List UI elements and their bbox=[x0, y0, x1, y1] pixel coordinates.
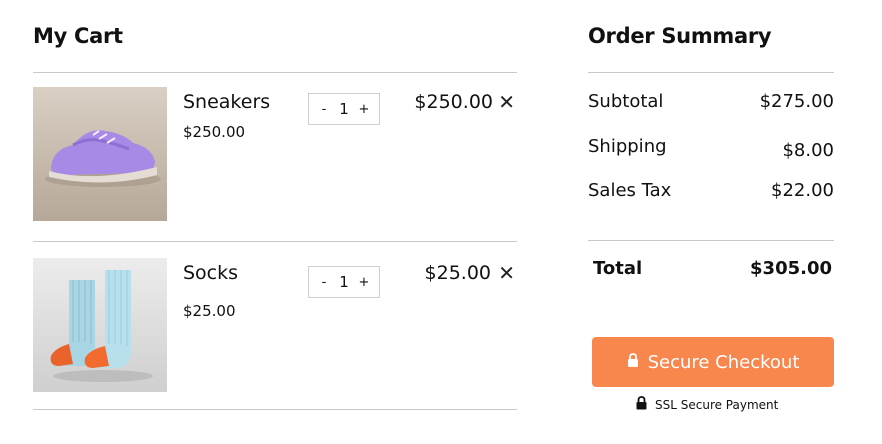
item-unit-price: $250.00 bbox=[183, 123, 246, 141]
tax-value: $22.00 bbox=[771, 180, 834, 201]
order-summary: Order Summary Subtotal $275.00 Shipping … bbox=[588, 0, 834, 444]
subtotal-label: Subtotal bbox=[588, 91, 664, 112]
lock-icon bbox=[636, 396, 647, 413]
quantity-value[interactable]: 1 bbox=[339, 273, 349, 291]
decrement-button[interactable]: - bbox=[317, 275, 331, 290]
quantity-stepper: - 1 + bbox=[308, 266, 380, 298]
quantity-value[interactable]: 1 bbox=[339, 100, 349, 118]
shipping-label: Shipping bbox=[588, 136, 667, 157]
total-label: Total bbox=[593, 258, 643, 279]
quantity-stepper: - 1 + bbox=[308, 93, 380, 125]
total-value: $305.00 bbox=[750, 258, 832, 279]
divider bbox=[588, 240, 834, 241]
increment-button[interactable]: + bbox=[357, 102, 371, 117]
item-line-total: $25.00 bbox=[424, 262, 491, 284]
subtotal-value: $275.00 bbox=[759, 91, 834, 112]
divider bbox=[33, 72, 517, 73]
cart-item-socks: Socks $25.00 - 1 + $25.00 ✕ bbox=[33, 258, 517, 394]
ssl-label: SSL Secure Payment bbox=[655, 397, 779, 412]
item-name[interactable]: Sneakers bbox=[183, 91, 270, 113]
checkout-label: Secure Checkout bbox=[647, 351, 800, 373]
cart-item-sneakers: Sneakers $250.00 - 1 + $250.00 ✕ bbox=[33, 87, 517, 223]
divider bbox=[33, 241, 517, 242]
item-unit-price: $25.00 bbox=[183, 302, 236, 320]
divider bbox=[588, 72, 834, 73]
socks-image[interactable] bbox=[33, 258, 167, 392]
increment-button[interactable]: + bbox=[357, 275, 371, 290]
lock-icon bbox=[627, 352, 639, 373]
item-line-total: $250.00 bbox=[414, 91, 493, 113]
shipping-value: $8.00 bbox=[782, 140, 834, 161]
decrement-button[interactable]: - bbox=[317, 102, 331, 117]
secure-checkout-button[interactable]: Secure Checkout bbox=[592, 337, 834, 387]
sneakers-image[interactable] bbox=[33, 87, 167, 221]
tax-label: Sales Tax bbox=[588, 180, 672, 201]
divider bbox=[33, 409, 517, 410]
remove-item-close-icon[interactable]: ✕ bbox=[498, 91, 515, 113]
ssl-note: SSL Secure Payment bbox=[636, 396, 778, 413]
summary-title: Order Summary bbox=[588, 24, 772, 48]
cart-title: My Cart bbox=[33, 24, 123, 48]
remove-item-close-icon[interactable]: ✕ bbox=[498, 262, 515, 284]
item-name[interactable]: Socks bbox=[183, 262, 238, 284]
